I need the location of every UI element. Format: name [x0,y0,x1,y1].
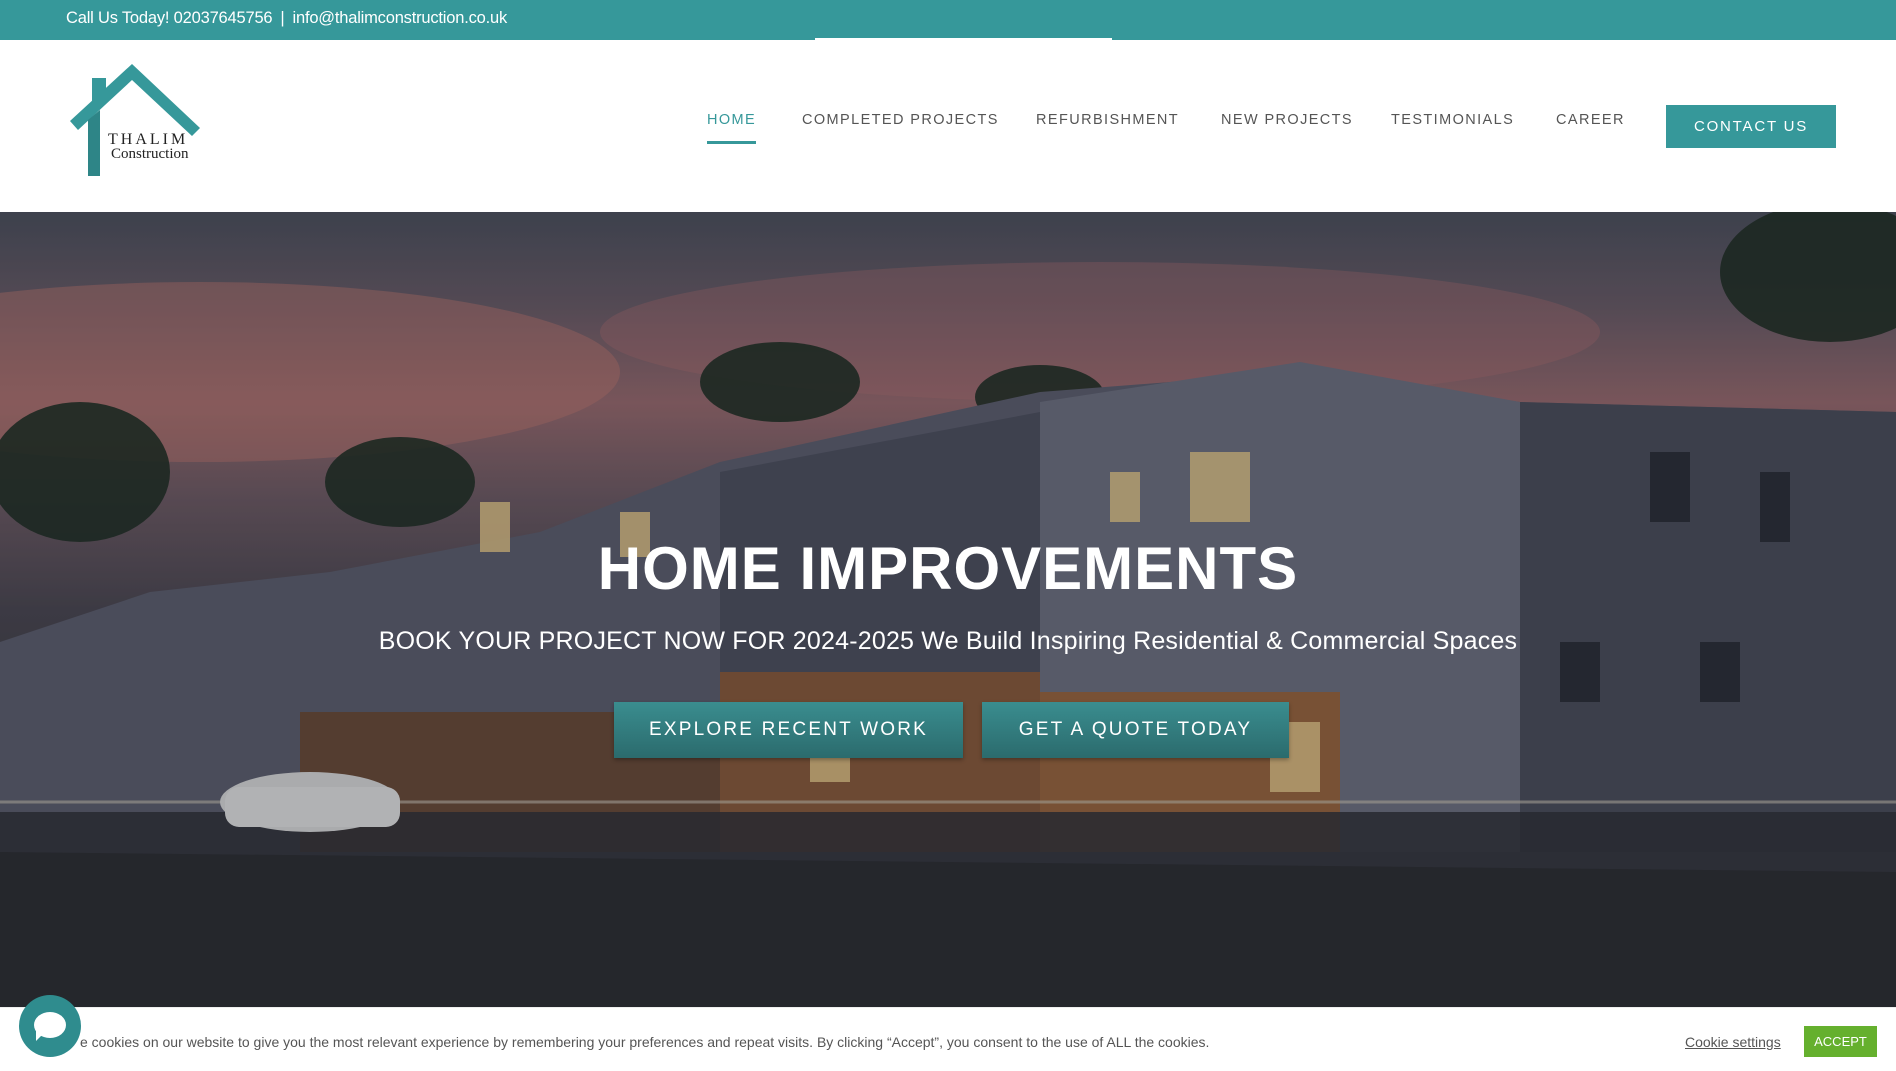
top-bar: Call Us Today! 02037645756 | info@thalimco… [0,0,1896,40]
chat-bubble-tail [36,1031,46,1041]
hero-banner [0,212,1896,1007]
hero-subtitle: BOOK YOUR PROJECT NOW FOR 2024-2025 We B… [378,627,1518,655]
nav-active-underline [707,141,756,144]
chat-widget-button[interactable] [19,995,81,1057]
get-a-quote-button[interactable]: GET A QUOTE TODAY [982,702,1289,758]
topbar-contact: Call Us Today! 02037645756 | info@thalimco… [66,0,507,40]
nav-home[interactable]: HOME [707,112,756,128]
hero-overlay [0,212,1896,1007]
explore-recent-work-button[interactable]: EXPLORE RECENT WORK [614,702,963,758]
cookie-accept-button[interactable]: ACCEPT [1804,1026,1877,1057]
email-link[interactable]: info@thalimconstruction.co.uk [293,9,508,27]
nav-completed-projects[interactable]: COMPLETED PROJECTS [802,112,999,128]
logo-subtitle: Construction [111,146,189,162]
hero-title: HOME IMPROVEMENTS [597,535,1299,602]
nav-refurbishment[interactable]: REFURBISHMENT [1036,112,1179,128]
cookie-message: e cookies on our website to give you the… [80,1034,1210,1050]
cookie-banner: e cookies on our website to give you the… [0,1007,1896,1071]
cookie-settings-link[interactable]: Cookie settings [1685,1034,1781,1050]
nav-testimonials[interactable]: TESTIMONIALS [1391,112,1514,128]
topbar-separator: | [280,9,285,27]
nav-new-projects[interactable]: NEW PROJECTS [1221,112,1353,128]
contact-us-button[interactable]: CONTACT US [1666,105,1836,148]
nav-career[interactable]: CAREER [1556,112,1625,128]
phone-link[interactable]: Call Us Today! 02037645756 [66,9,273,27]
